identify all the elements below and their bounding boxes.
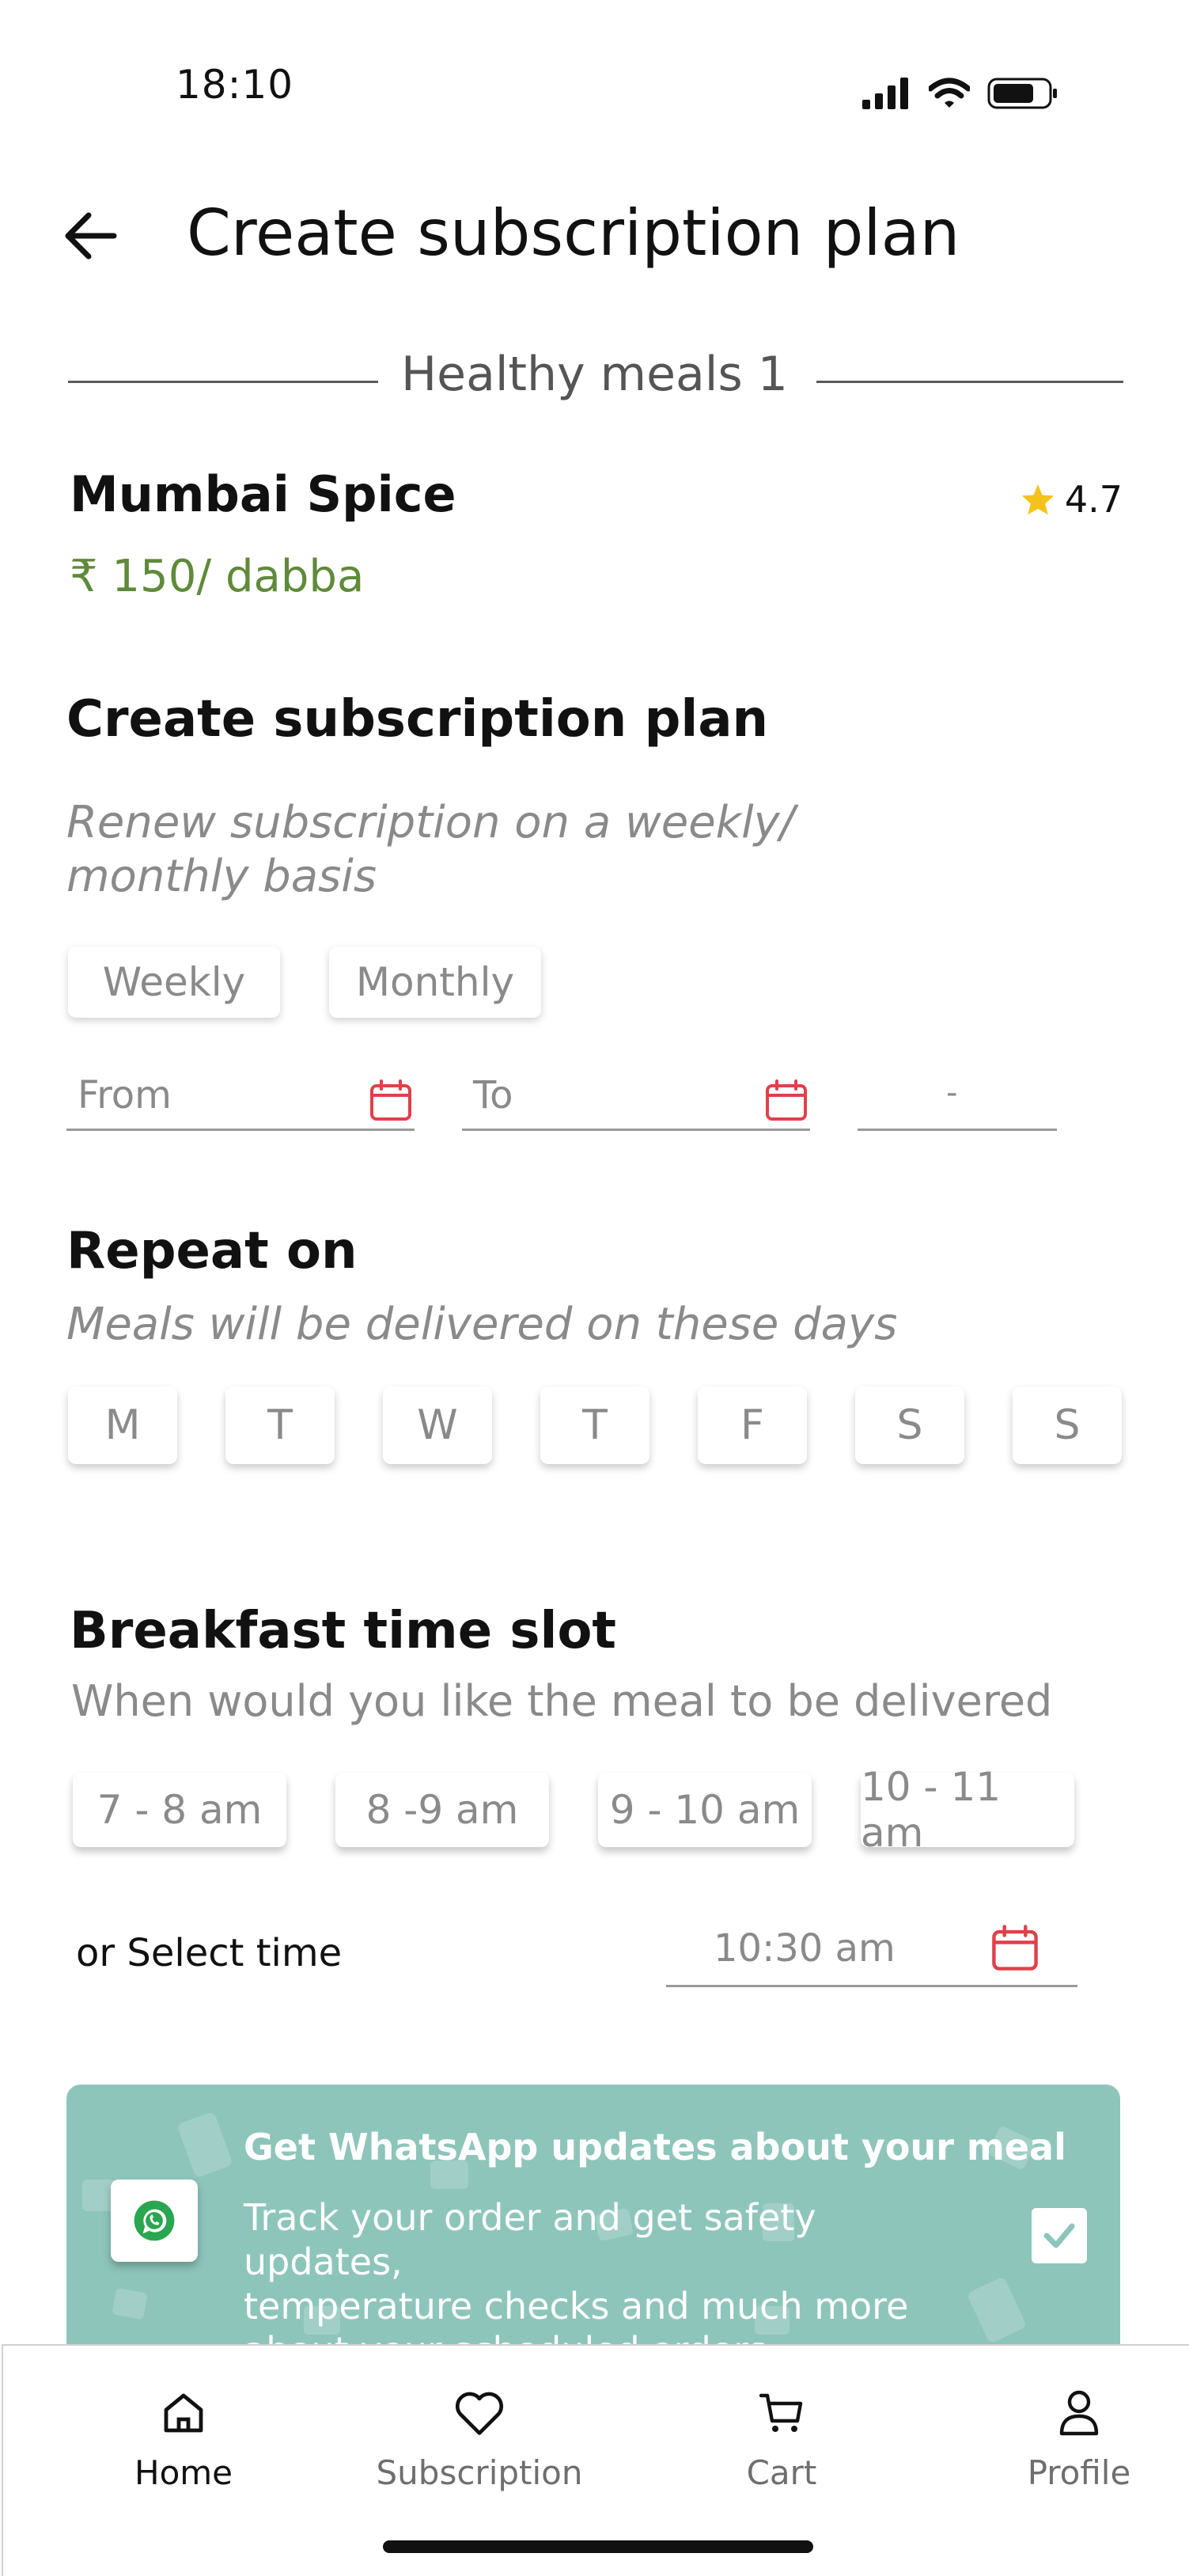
heart-icon [453, 2385, 506, 2441]
price: ₹ 150/ dabba [70, 551, 365, 602]
nav-home[interactable]: Home [57, 2346, 310, 2504]
or-select-time-label: or Select time [76, 1931, 343, 1975]
calendar-icon[interactable] [764, 1078, 808, 1122]
battery-icon [987, 78, 1057, 109]
duration-field[interactable]: - [858, 1065, 1057, 1131]
day-wednesday[interactable]: W [383, 1387, 492, 1464]
whatsapp-banner: Get WhatsApp updates about your meal Tra… [66, 2085, 1120, 2377]
divider-right [816, 381, 1123, 383]
nav-profile-label: Profile [1027, 2453, 1131, 2492]
day-friday[interactable]: F [698, 1387, 807, 1464]
selected-time: 10:30 am [714, 1926, 896, 1971]
back-arrow-icon[interactable] [63, 204, 119, 267]
to-date-field[interactable]: To [462, 1065, 810, 1131]
from-label: From [78, 1073, 172, 1117]
calendar-icon[interactable] [990, 1923, 1039, 1972]
restaurant-name: Mumbai Spice [70, 465, 456, 523]
plan-subtitle-line1: Renew subscription on a weekly/ [66, 797, 795, 848]
rating-value: 4.7 [1064, 478, 1123, 521]
user-icon [1055, 2385, 1103, 2441]
whatsapp-body-line2: temperature checks and much more [244, 2285, 909, 2328]
wifi-icon [929, 78, 970, 108]
duration-value: - [946, 1075, 958, 1111]
weekly-option[interactable]: Weekly [68, 947, 280, 1018]
home-icon [158, 2385, 209, 2441]
repeat-subtitle: Meals will be delivered on these days [66, 1299, 898, 1350]
repeat-title: Repeat on [66, 1222, 358, 1280]
day-saturday[interactable]: S [855, 1387, 964, 1464]
slot-7-8[interactable]: 7 - 8 am [73, 1773, 286, 1847]
nav-profile[interactable]: Profile [952, 2346, 1189, 2504]
plan-subtitle-line2: monthly basis [66, 851, 377, 902]
section-name: Healthy meals 1 [401, 347, 788, 402]
nav-home-label: Home [134, 2453, 233, 2492]
rating: 4.7 [1020, 478, 1123, 521]
star-icon [1021, 484, 1054, 515]
home-indicator[interactable] [383, 2540, 813, 2553]
status-time: 18:10 [176, 62, 294, 108]
nav-subscription-label: Subscription [376, 2453, 583, 2492]
breakfast-title: Breakfast time slot [70, 1602, 616, 1660]
whatsapp-body-line1: Track your order and get safety updates, [244, 2196, 816, 2283]
from-date-field[interactable]: From [66, 1065, 415, 1131]
calendar-icon[interactable] [369, 1078, 413, 1122]
day-tuesday[interactable]: T [225, 1387, 335, 1464]
plan-title: Create subscription plan [66, 690, 769, 749]
day-sunday[interactable]: S [1013, 1387, 1122, 1464]
page-title: Create subscription plan [187, 196, 960, 270]
status-icons [862, 76, 1058, 111]
breakfast-subtitle: When would you like the meal to be deliv… [71, 1676, 1053, 1726]
monthly-option[interactable]: Monthly [329, 947, 541, 1018]
signal-icon [862, 78, 908, 109]
nav-cart[interactable]: Cart [655, 2346, 908, 2504]
time-underline [666, 1985, 1077, 1987]
cart-icon [756, 2385, 807, 2441]
day-monday[interactable]: M [68, 1387, 177, 1464]
time-picker-field[interactable]: 10:30 am [666, 1915, 1077, 1988]
duration-underline [858, 1129, 1057, 1131]
day-thursday[interactable]: T [540, 1387, 649, 1464]
nav-subscription[interactable]: Subscription [353, 2346, 606, 2504]
nav-cart-label: Cart [746, 2453, 817, 2492]
whatsapp-title: Get WhatsApp updates about your meal [244, 2126, 1066, 2168]
to-underline [462, 1129, 810, 1131]
slot-10-11[interactable]: 10 - 11 am [861, 1764, 1074, 1856]
whatsapp-checkbox[interactable] [1032, 2208, 1087, 2263]
to-label: To [473, 1073, 513, 1117]
whatsapp-icon [111, 2180, 198, 2262]
check-icon [1043, 2223, 1075, 2248]
slot-9-10[interactable]: 9 - 10 am [598, 1773, 812, 1847]
plan-subtitle: Renew subscription on a weekly/ monthly … [66, 796, 795, 904]
from-underline [66, 1129, 415, 1131]
slot-8-9[interactable]: 8 -9 am [335, 1773, 549, 1847]
